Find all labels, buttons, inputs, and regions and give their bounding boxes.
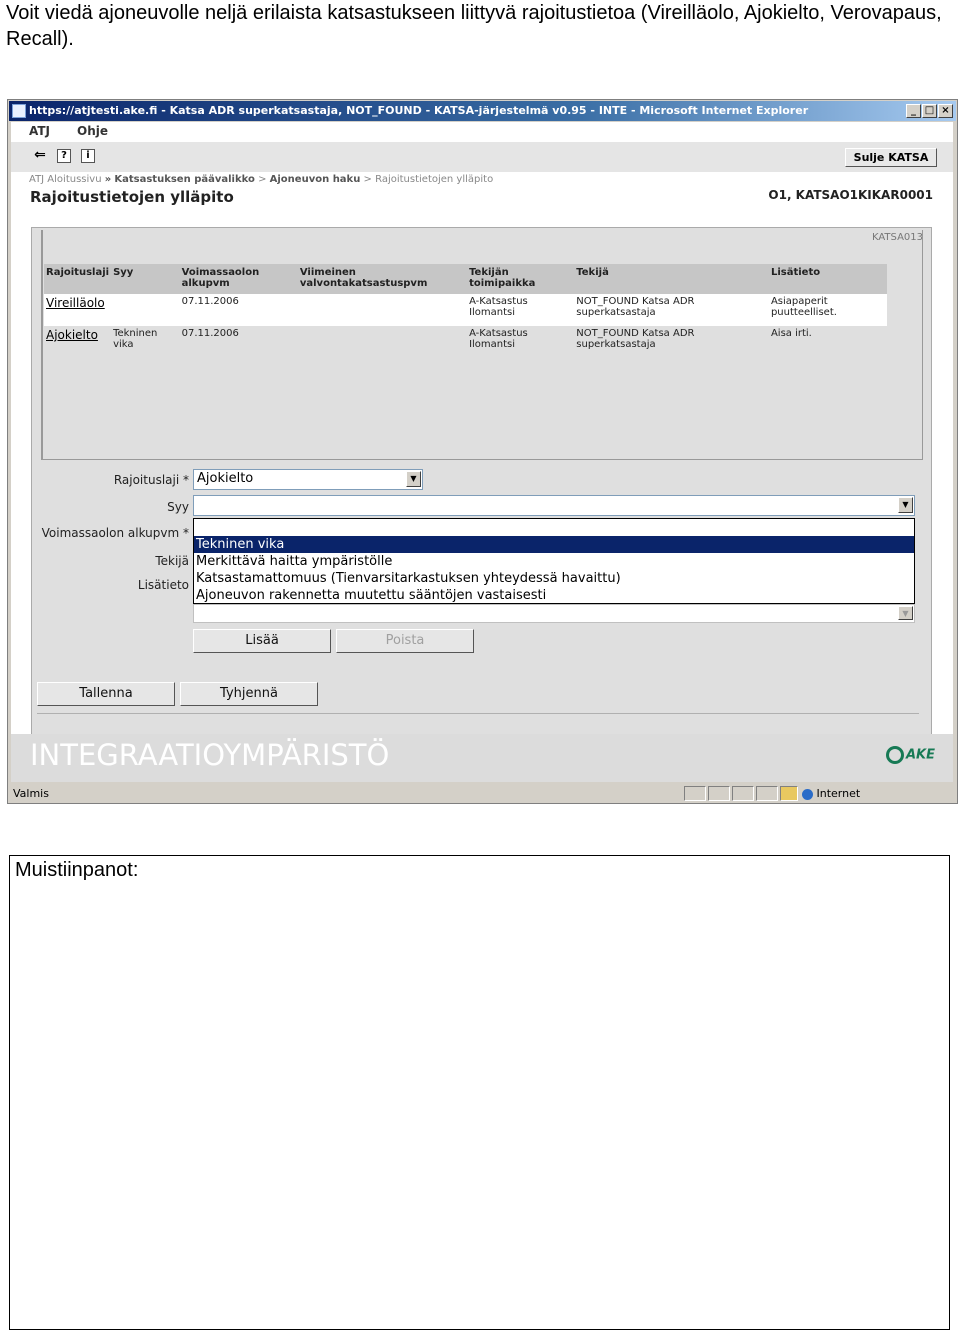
- divider: [37, 713, 919, 714]
- cell-lisatieto: Aisa irti.: [768, 326, 887, 358]
- ake-logo: AKE: [885, 746, 935, 764]
- label-alkupvm: Voimassaolon alkupvm *: [41, 526, 189, 540]
- page-title: Rajoitustietojen ylläpito: [30, 188, 234, 206]
- syy-dropdown-list[interactable]: Tekninen vika Merkittävä haitta ympärist…: [193, 518, 915, 604]
- chevron-down-icon: ▼: [898, 606, 913, 620]
- table-row: Vireilläolo 07.11.2006 A-Katsastus Iloma…: [44, 294, 887, 326]
- info-icon[interactable]: i: [81, 149, 95, 163]
- label-rajoituslaji: Rajoituslaji *: [113, 473, 189, 487]
- zone-text: Internet: [816, 787, 861, 800]
- notes-label: Muistiinpanot:: [15, 859, 139, 881]
- ake-logo-icon: [885, 746, 904, 764]
- col-header-lisatieto: Lisätieto: [768, 264, 887, 294]
- breadcrumb: ATJ Aloitussivu » Katsastuksen päävalikk…: [29, 174, 493, 185]
- save-button[interactable]: Tallenna: [37, 682, 175, 706]
- status-cell: [732, 786, 754, 801]
- page-content: ATJ Ohje ⇐ ? i Sulje KATSA ATJ Aloitussi…: [11, 122, 953, 782]
- help-icon[interactable]: ?: [57, 149, 71, 163]
- maximize-button[interactable]: □: [922, 104, 937, 118]
- status-zone: Internet: [802, 784, 942, 803]
- minimize-button[interactable]: _: [906, 104, 921, 118]
- status-cell: [756, 786, 778, 801]
- cell-alkupvm: 07.11.2006: [179, 326, 298, 358]
- window-title: https://atjtesti.ake.fi - Katsa ADR supe…: [29, 104, 809, 117]
- cell-toimipaikka: A-Katsastus Ilomantsi: [467, 326, 575, 358]
- cell-alkupvm: 07.11.2006: [179, 294, 298, 326]
- close-window-button[interactable]: ×: [938, 104, 953, 118]
- breadcrumb-sep: >: [258, 174, 267, 185]
- breadcrumb-current: Rajoitustietojen ylläpito: [375, 174, 494, 185]
- close-katsa-button[interactable]: Sulje KATSA: [845, 148, 937, 167]
- cell-tekija: NOT_FOUND Katsa ADR superkatsastaja: [574, 326, 769, 358]
- breadcrumb-sep: >: [363, 174, 372, 185]
- app-menu: ATJ Ohje: [11, 122, 953, 142]
- cell-viimeinen: [297, 294, 468, 326]
- status-text: Valmis: [13, 787, 49, 800]
- back-arrow-icon[interactable]: ⇐: [33, 148, 47, 163]
- status-cell: [708, 786, 730, 801]
- globe-icon: [802, 788, 813, 800]
- label-lisatieto: Lisätieto: [137, 578, 189, 592]
- label-syy: Syy: [167, 500, 189, 514]
- clear-button[interactable]: Tyhjennä: [180, 682, 318, 706]
- rajoituslaji-value: Ajokielto: [197, 471, 254, 486]
- browser-window: https://atjtesti.ake.fi - Katsa ADR supe…: [7, 99, 958, 804]
- breadcrumb-home[interactable]: ATJ Aloitussivu: [29, 174, 102, 185]
- breadcrumb-vehicle-search[interactable]: Ajoneuvon haku: [270, 174, 361, 185]
- ake-logo-text: AKE: [905, 747, 935, 763]
- label-tekija: Tekijä: [155, 554, 189, 568]
- status-cell: [684, 786, 706, 801]
- cell-viimeinen: [297, 326, 468, 358]
- col-header-alkupvm: Voimassaolon alkupvm: [179, 264, 298, 294]
- cell-syy: Tekninen vika: [111, 326, 180, 358]
- col-header-syy: Syy: [111, 264, 180, 294]
- table-row: Ajokielto Tekninen vika 07.11.2006 A-Kat…: [44, 326, 887, 358]
- breadcrumb-main-menu[interactable]: Katsastuksen päävalikko: [114, 174, 255, 185]
- syy-select[interactable]: ▼: [193, 495, 915, 516]
- row-link-ajokielto[interactable]: Ajokielto: [46, 328, 98, 342]
- syy-option[interactable]: Katsastamattomuus (Tienvarsitarkastuksen…: [194, 570, 914, 587]
- syy-option[interactable]: Tekninen vika: [194, 536, 914, 553]
- lisatieto-field[interactable]: ▼: [193, 604, 915, 623]
- lock-icon: [780, 786, 798, 801]
- col-header-viimeinen: Viimeinen valvontakatsastuspvm: [297, 264, 468, 294]
- status-bar: Valmis Internet: [9, 784, 956, 803]
- remove-button: Poista: [336, 629, 474, 653]
- restrictions-table: Rajoituslaji Syy Voimassaolon alkupvm Vi…: [44, 264, 887, 358]
- chevron-down-icon[interactable]: ▼: [406, 471, 421, 487]
- rajoituslaji-select[interactable]: Ajokielto ▼: [193, 469, 423, 490]
- user-info: O1, KATSAO1KIKAR0001: [768, 188, 933, 202]
- notes-box[interactable]: Muistiinpanot:: [9, 855, 950, 1330]
- syy-option[interactable]: Merkittävä haitta ympäristölle: [194, 553, 914, 570]
- chevron-down-icon[interactable]: ▼: [898, 497, 913, 513]
- app-toolbar: ⇐ ? i Sulje KATSA: [11, 142, 953, 172]
- intro-text: Voit viedä ajoneuvolle neljä erilaista k…: [6, 2, 942, 50]
- cell-tekija: NOT_FOUND Katsa ADR superkatsastaja: [574, 294, 769, 326]
- menu-atj[interactable]: ATJ: [29, 124, 50, 138]
- environment-banner: INTEGRAATIOYMPÄRISTÖ: [30, 738, 390, 772]
- main-panel: KATSA013 Rajoituslaji Syy Voimassaolon a…: [31, 227, 932, 737]
- cell-toimipaikka: A-Katsastus Ilomantsi: [467, 294, 575, 326]
- col-header-toimipaikka: Tekijän toimipaikka: [467, 264, 575, 294]
- syy-option[interactable]: Ajoneuvon rakennetta muutettu sääntöjen …: [194, 587, 914, 604]
- cell-lisatieto: Asiapaperit puutteelliset.: [768, 294, 887, 326]
- col-header-laji: Rajoituslaji: [44, 264, 112, 294]
- menu-ohje[interactable]: Ohje: [77, 124, 108, 138]
- add-button[interactable]: Lisää: [193, 629, 331, 653]
- breadcrumb-sep: »: [104, 174, 112, 185]
- row-link-vireillaolo[interactable]: Vireilläolo: [46, 296, 105, 310]
- ie-icon: [12, 104, 26, 118]
- window-titlebar[interactable]: https://atjtesti.ake.fi - Katsa ADR supe…: [9, 101, 956, 121]
- cell-syy: [111, 294, 180, 326]
- col-header-tekija: Tekijä: [574, 264, 769, 294]
